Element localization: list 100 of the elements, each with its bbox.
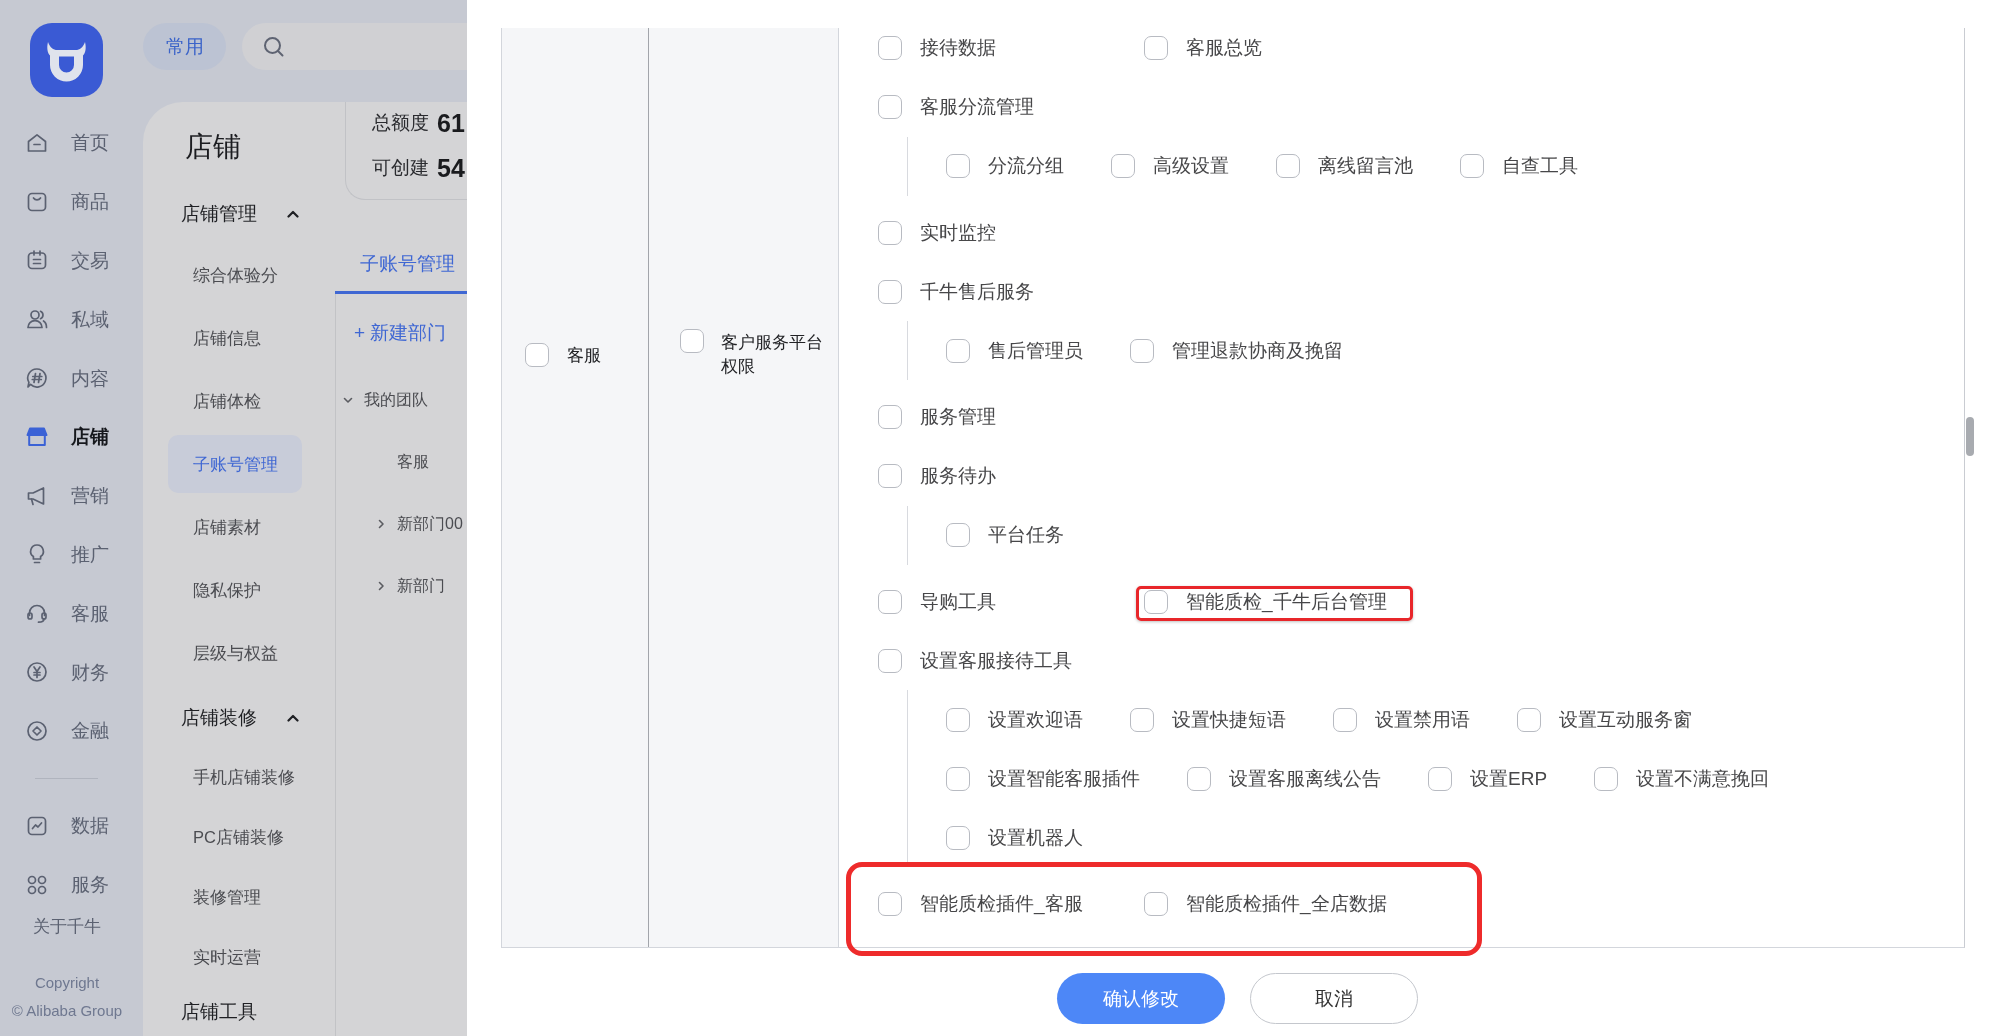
- checkbox[interactable]: [1144, 589, 1168, 614]
- menu-section-header[interactable]: 店铺工具: [143, 1000, 335, 1024]
- checkbox[interactable]: [1333, 707, 1357, 732]
- checkbox[interactable]: [1594, 766, 1619, 791]
- checkbox[interactable]: [1130, 338, 1154, 363]
- checkbox[interactable]: [1517, 707, 1541, 732]
- quota-value: 61: [437, 108, 465, 138]
- copyright-text: © Alibaba Group: [10, 1000, 124, 1021]
- menu-section-header[interactable]: 店铺管理: [143, 202, 335, 226]
- confirm-button[interactable]: 确认修改: [1056, 973, 1225, 1024]
- permission-label: 平台任务: [988, 523, 1064, 547]
- checkbox[interactable]: [878, 220, 902, 245]
- checkbox[interactable]: [680, 329, 704, 353]
- permission-label: 客户服务平台权限: [721, 332, 824, 377]
- nav-item[interactable]: 商品: [0, 172, 143, 232]
- checkbox[interactable]: [878, 36, 902, 60]
- permission-label: 设置机器人: [988, 825, 1083, 850]
- menu-item[interactable]: 手机店铺装修: [168, 749, 302, 806]
- about-link[interactable]: 关于千牛: [0, 914, 134, 939]
- menu-section-header[interactable]: 店铺装修: [143, 706, 335, 730]
- permission-label: 售后管理员: [988, 338, 1083, 363]
- checkbox[interactable]: [1130, 707, 1154, 732]
- nav-item[interactable]: 推广: [0, 525, 143, 584]
- new-department-link[interactable]: + 新建部门: [336, 318, 467, 348]
- checkbox[interactable]: [1144, 892, 1168, 916]
- permission-label: 自查工具: [1502, 154, 1578, 178]
- permission-label: 设置客服接待工具: [920, 648, 1072, 673]
- menu-item[interactable]: 店铺素材: [168, 498, 302, 556]
- app-logo[interactable]: [30, 23, 103, 97]
- menu-item[interactable]: 层级与权益: [168, 624, 302, 682]
- tree-node[interactable]: 我的团队: [336, 369, 467, 431]
- menu-item[interactable]: 店铺体检: [168, 372, 302, 430]
- checkbox[interactable]: [946, 825, 970, 850]
- permission-label: 千牛售后服务: [920, 279, 1034, 304]
- nav-item[interactable]: 交易: [0, 231, 143, 290]
- permission-label: 服务管理: [920, 405, 996, 429]
- shortcut-button[interactable]: 常用: [143, 23, 226, 70]
- permission-label: 设置客服离线公告: [1229, 766, 1381, 791]
- checkbox[interactable]: [1460, 154, 1484, 178]
- search-field[interactable]: [242, 23, 467, 70]
- nav-item[interactable]: 店铺: [0, 407, 143, 467]
- permission-label: 设置智能客服插件: [988, 766, 1140, 791]
- nav-item[interactable]: 内容: [0, 348, 143, 408]
- menu-item[interactable]: PC店铺装修: [168, 809, 302, 866]
- checkbox[interactable]: [1428, 766, 1452, 791]
- checkbox[interactable]: [946, 766, 970, 791]
- checkbox[interactable]: [1111, 154, 1135, 178]
- nav-item[interactable]: 数据: [0, 796, 143, 856]
- copyright-text: Copyright: [33, 972, 101, 993]
- permission-label: 分流分组: [988, 154, 1064, 178]
- checkbox[interactable]: [878, 405, 902, 429]
- search-icon: [263, 35, 285, 58]
- checkbox[interactable]: [1144, 36, 1168, 60]
- menu-item[interactable]: 隐私保护: [168, 561, 302, 619]
- checkbox[interactable]: [525, 343, 549, 367]
- menu-item[interactable]: 店铺信息: [168, 309, 302, 367]
- checkbox[interactable]: [946, 338, 970, 363]
- tree-node[interactable]: 新部门00: [336, 493, 467, 555]
- menu-item[interactable]: 实时运营: [168, 929, 302, 986]
- checkbox[interactable]: [878, 464, 902, 488]
- menu-item[interactable]: 装修管理: [168, 869, 302, 926]
- checkbox[interactable]: [878, 95, 902, 119]
- checkbox[interactable]: [1276, 154, 1300, 178]
- checkbox[interactable]: [946, 154, 970, 178]
- nav-item[interactable]: 营销: [0, 466, 143, 526]
- checkbox[interactable]: [1187, 766, 1211, 791]
- nav-item[interactable]: 首页: [0, 113, 143, 173]
- checkbox[interactable]: [878, 279, 902, 304]
- checkbox[interactable]: [878, 892, 902, 916]
- quota-label: 总额度: [372, 111, 429, 135]
- menu-item[interactable]: 综合体验分: [168, 246, 302, 304]
- cancel-button[interactable]: 取消: [1249, 973, 1418, 1024]
- permission-label: 设置禁用语: [1375, 707, 1470, 732]
- permission-label: 高级设置: [1153, 154, 1229, 178]
- permission-label: 接待数据: [920, 36, 996, 60]
- permission-label: 客服总览: [1186, 36, 1262, 60]
- checkbox[interactable]: [946, 523, 970, 547]
- scrollbar[interactable]: [1966, 417, 1974, 456]
- nav-item[interactable]: 财务: [0, 642, 143, 702]
- permission-label: 设置ERP: [1470, 766, 1548, 791]
- page-title: 店铺: [185, 130, 242, 164]
- quota-value: 54: [437, 153, 465, 183]
- permission-label: 智能质检_千牛后台管理: [1186, 589, 1387, 615]
- nav-item[interactable]: 服务: [0, 855, 143, 915]
- permission-label: 客服: [567, 345, 601, 366]
- tree-node[interactable]: 客服: [336, 431, 467, 493]
- permission-label: 智能质检插件_全店数据: [1186, 892, 1387, 917]
- tree-node[interactable]: 新部门: [336, 555, 467, 617]
- checkbox[interactable]: [878, 648, 902, 673]
- checkbox[interactable]: [946, 707, 970, 732]
- menu-item[interactable]: 子账号管理: [168, 435, 302, 493]
- yen-icon: [25, 660, 49, 685]
- permission-label: 导购工具: [920, 589, 996, 614]
- nav-item[interactable]: 客服: [0, 583, 143, 643]
- nav-item[interactable]: 金融: [0, 701, 143, 761]
- nav-item[interactable]: 私域: [0, 289, 143, 349]
- hash-bubble-icon: [25, 366, 49, 391]
- permission-label: 服务待办: [920, 464, 996, 488]
- permission-label: 管理退款协商及挽留: [1172, 338, 1343, 363]
- checkbox[interactable]: [878, 589, 902, 614]
